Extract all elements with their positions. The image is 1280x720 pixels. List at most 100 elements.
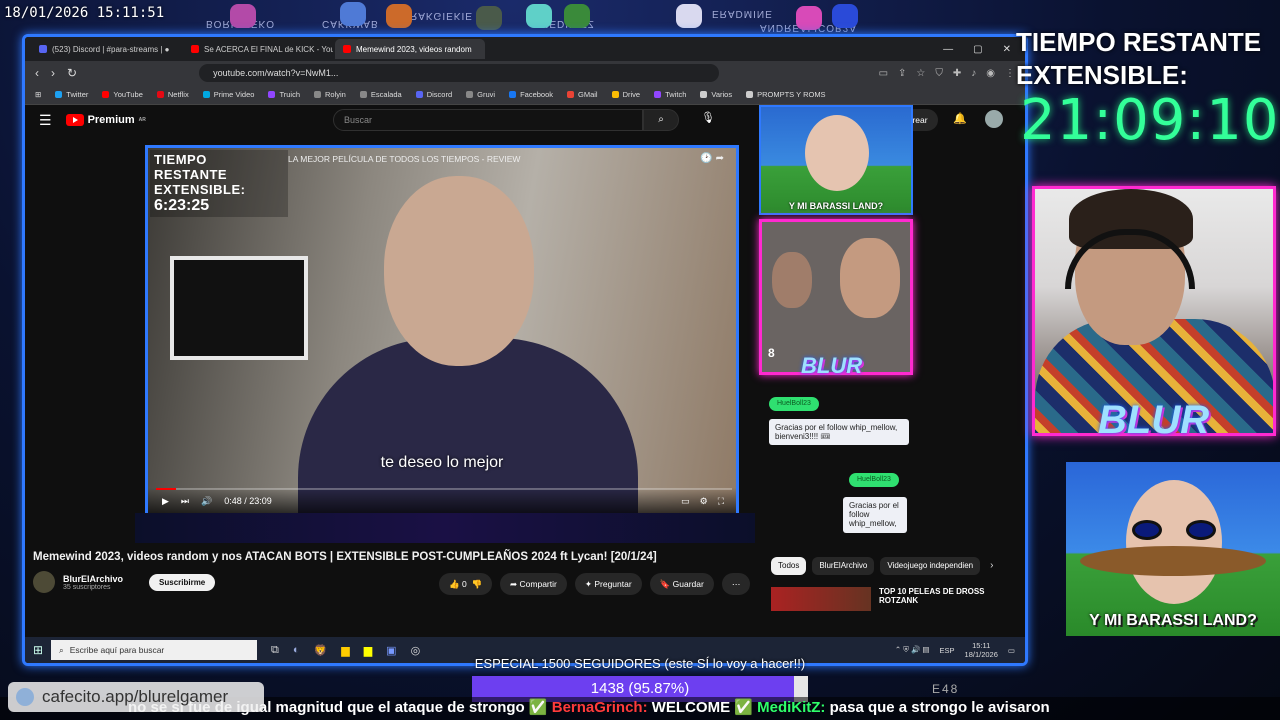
play-icon[interactable]: ▶ bbox=[162, 496, 169, 507]
bookmarks-bar: ⊞ Twitter YouTube Netflix Prime Video Tr… bbox=[25, 85, 1025, 105]
folder-icon[interactable]: ▆ bbox=[341, 644, 349, 657]
chat-username: HuelBoll23 bbox=[769, 397, 819, 411]
shield-icon[interactable]: ⛉ bbox=[935, 68, 943, 79]
tab-memewind[interactable]: Memewind 2023, videos random bbox=[335, 39, 485, 59]
goal-value: 1438 (95.87%) bbox=[590, 680, 690, 697]
bookmark-discord[interactable]: Discord bbox=[415, 90, 452, 99]
rec-title[interactable]: TOP 10 PELEAS DE DROSS ROTZANK bbox=[879, 587, 989, 605]
ask-button[interactable]: ✦ Preguntar bbox=[574, 573, 642, 595]
settings-icon[interactable]: ⚙ bbox=[700, 496, 708, 507]
discord-icon bbox=[415, 91, 423, 98]
bookmark-prime[interactable]: Prime Video bbox=[202, 90, 255, 99]
rec-thumbnail[interactable] bbox=[771, 587, 871, 611]
taskbar-search[interactable]: ⌕ Escribe aquí para buscar bbox=[51, 640, 257, 660]
obs-icon[interactable]: ◎ bbox=[411, 644, 421, 657]
volume-icon[interactable]: 🔊 bbox=[201, 496, 212, 507]
search-button[interactable]: ⌕ bbox=[643, 109, 679, 131]
more-button[interactable]: ⋯ bbox=[721, 573, 751, 595]
bookmark-gmail[interactable]: GMail bbox=[567, 90, 598, 99]
youtube-logo[interactable]: Premium AR bbox=[65, 114, 146, 126]
clock-date: 18/1/2026 bbox=[964, 650, 998, 659]
folder-icon bbox=[746, 91, 754, 98]
music-icon[interactable]: ♪ bbox=[971, 68, 976, 79]
puzzle-icon[interactable]: ✚ bbox=[953, 68, 961, 79]
url-field[interactable]: youtube.com/watch?v=NwM1... bbox=[199, 64, 720, 82]
like-button[interactable]: 👍 0 👎 bbox=[439, 573, 493, 595]
bookmark-prompts[interactable]: PROMPTS Y ROMS bbox=[746, 90, 826, 99]
apps-icon[interactable]: ⊞ bbox=[35, 90, 41, 99]
channel-name[interactable]: BlurElArchivo bbox=[63, 574, 123, 584]
tab-kick-video[interactable]: Se ACERCA El FINAL de KICK - YouTu bbox=[183, 39, 333, 59]
bookmark-rolyin[interactable]: Rolyin bbox=[314, 90, 346, 99]
next-icon[interactable]: ⏭ bbox=[181, 496, 189, 507]
share-arrow-icon[interactable]: ➦ bbox=[716, 153, 724, 164]
app-icon[interactable]: ▣ bbox=[386, 644, 396, 657]
twitch-icon bbox=[268, 91, 276, 98]
chip-all[interactable]: Todos bbox=[771, 557, 807, 575]
windows-start-icon[interactable]: ⊞ bbox=[25, 643, 51, 657]
clock-icon[interactable]: 🕑 bbox=[700, 153, 712, 164]
chat-username: HuelBoll23 bbox=[849, 473, 899, 487]
recommended-video[interactable]: TOP 10 PELEAS DE DROSS ROTZANK bbox=[771, 587, 989, 611]
tab-label: (523) Discord | #para-streams | ● bbox=[52, 44, 170, 54]
bookmark-twitter[interactable]: Twitter bbox=[55, 90, 88, 99]
star-icon[interactable]: ☆ bbox=[916, 68, 925, 79]
search-icon: ⌕ bbox=[59, 644, 64, 655]
avatar[interactable] bbox=[985, 110, 1003, 128]
bookmark-truich[interactable]: Truich bbox=[268, 90, 300, 99]
bell-icon[interactable]: 🔔 bbox=[953, 112, 967, 125]
mic-icon[interactable]: 🎙 bbox=[701, 111, 715, 124]
app-icon[interactable]: ◐ bbox=[293, 644, 300, 657]
fullscreen-icon[interactable]: ⛶ bbox=[718, 496, 724, 507]
profile-icon[interactable]: ◉ bbox=[986, 68, 995, 79]
language-indicator[interactable]: ESP bbox=[940, 646, 955, 655]
maximize-button[interactable]: ▢ bbox=[973, 44, 982, 55]
video-title: Memewind 2023, videos random y nos ATACA… bbox=[33, 551, 657, 563]
chip-indie-game[interactable]: Videojuego independien bbox=[880, 557, 981, 575]
bookmark-label: GMail bbox=[578, 90, 598, 99]
sprite-icon bbox=[796, 6, 822, 30]
video-player[interactable]: LA MEJOR PELÍCULA DE TODOS LOS TIEMPOS -… bbox=[145, 145, 739, 517]
search-input[interactable]: Buscar bbox=[333, 109, 643, 131]
share-label: Compartir bbox=[519, 579, 557, 589]
chip-channel[interactable]: BlurElArchivo bbox=[812, 557, 875, 575]
barassi-caption: Y MI BARASSI LAND? bbox=[1089, 612, 1257, 629]
menu-dots-icon[interactable]: ⋮ bbox=[1005, 68, 1015, 79]
reload-icon[interactable]: ↻ bbox=[67, 66, 77, 80]
share-button[interactable]: ➦ Compartir bbox=[500, 573, 567, 595]
address-bar-row: ‹ › ↻ youtube.com/watch?v=NwM1... ▭ ⇪ ☆ … bbox=[25, 61, 1025, 85]
tab-discord[interactable]: (523) Discord | #para-streams | ● bbox=[31, 39, 181, 59]
taskbar-clock[interactable]: 15:11 18/1/2026 bbox=[965, 641, 998, 659]
bookmark-twitch[interactable]: Twitch bbox=[654, 90, 686, 99]
share-icon[interactable]: ⇪ bbox=[898, 68, 906, 79]
save-button[interactable]: 🔖 Guardar bbox=[649, 573, 714, 595]
twitter-icon bbox=[55, 91, 63, 98]
notification-icon[interactable]: ▭ bbox=[1008, 646, 1015, 655]
cast-icon[interactable]: ▭ bbox=[879, 68, 888, 79]
dislike-icon[interactable]: 👎 bbox=[471, 579, 482, 589]
minimize-button[interactable]: — bbox=[943, 44, 953, 55]
hamburger-menu-icon[interactable]: ☰ bbox=[39, 112, 52, 129]
bookmark-varios[interactable]: Varios bbox=[700, 90, 732, 99]
bookmark-gruvi[interactable]: Gruvi bbox=[466, 90, 495, 99]
back-icon[interactable]: ‹ bbox=[35, 66, 39, 80]
sprite-icon bbox=[564, 4, 590, 28]
channel-avatar[interactable] bbox=[33, 571, 55, 593]
subscribe-button[interactable]: Suscribirme bbox=[149, 573, 216, 591]
bookmark-facebook[interactable]: Facebook bbox=[509, 90, 553, 99]
bookmark-label: Prime Video bbox=[213, 90, 255, 99]
tray-icons[interactable]: ⌃ ⛨ 🔊 ▤ bbox=[895, 645, 930, 655]
captions-icon[interactable]: ▭ bbox=[681, 496, 690, 507]
taskbar-search-placeholder: Escribe aquí para buscar bbox=[69, 645, 165, 655]
bookmark-escalada[interactable]: Escalada bbox=[359, 90, 402, 99]
forward-icon[interactable]: › bbox=[51, 66, 55, 80]
chevron-right-icon[interactable]: › bbox=[990, 557, 993, 575]
task-view-icon[interactable]: ⧉ bbox=[271, 644, 279, 657]
bookmark-label: Twitch bbox=[665, 90, 687, 99]
brave-icon[interactable]: 🦁 bbox=[314, 644, 328, 657]
bookmark-netflix[interactable]: Netflix bbox=[156, 90, 189, 99]
bookmark-youtube[interactable]: YouTube bbox=[102, 90, 143, 99]
close-button[interactable]: ✕ bbox=[1003, 44, 1011, 55]
notes-icon[interactable]: ▆ bbox=[364, 644, 372, 657]
bookmark-drive[interactable]: Drive bbox=[611, 90, 640, 99]
